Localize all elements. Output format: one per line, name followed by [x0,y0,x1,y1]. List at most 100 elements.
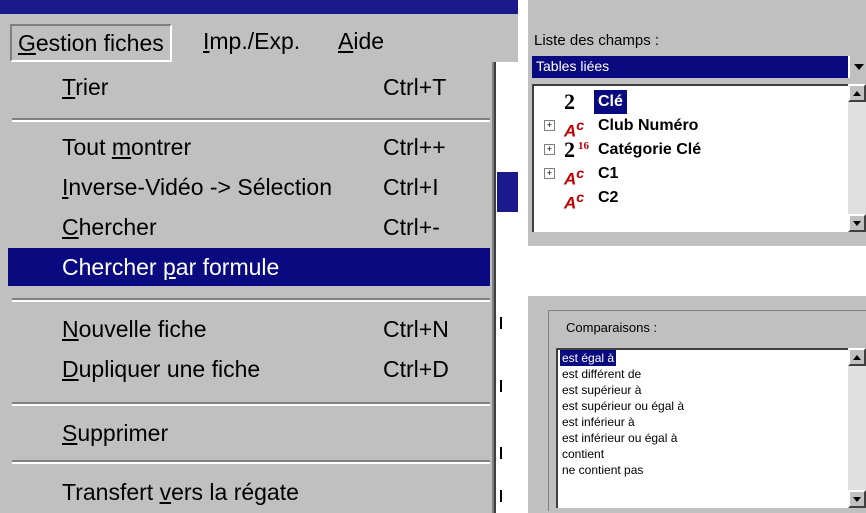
tree-row-label: Clé [594,90,627,114]
menu-separator [12,298,490,302]
comparisons-caption: Comparaisons : [566,320,658,335]
comparisons-scrollbar[interactable] [848,348,866,508]
menu-item-shortcut: Ctrl+T [383,74,447,100]
label-mnemonic: m [111,134,132,160]
icon-sup: c [576,166,585,182]
background-tick [500,447,502,459]
menu-item-label: Nouvelle fiche [62,310,206,348]
menu-gestion-fiches[interactable]: Gestion fiches [10,24,172,62]
title-bar-fragment [0,0,518,14]
background-tick [500,490,502,502]
list-item[interactable]: est différent de [560,366,643,382]
tables-combo-value: Tables liées [536,58,610,74]
menu-separator [12,118,490,122]
scroll-up-icon[interactable] [848,348,866,366]
list-item[interactable]: est inférieur à [560,414,637,430]
background-window-strip [497,62,518,513]
scroll-down-icon[interactable] [848,214,866,232]
label-post: ar formule [175,254,280,280]
text-field-icon: Ac [564,162,590,189]
chevron-down-icon[interactable] [848,56,866,78]
fields-panel: Liste des champs : Tables liées 2 Clé + … [528,0,866,246]
icon-sup: c [576,190,585,206]
label-post: ouvelle fiche [78,316,207,342]
label-mnemonic: T [62,74,76,100]
list-item[interactable]: est supérieur à [560,382,643,398]
label-pre: Tout [62,134,112,160]
label-post: rier [75,74,109,100]
scroll-up-icon[interactable] [848,84,866,102]
background-tick [500,317,502,329]
dropdown-menu: Trier Ctrl+T Tout montrer Ctrl++ Inverse… [0,62,496,513]
label-mnemonic: D [62,356,79,382]
icon-glyph: 2 [564,137,575,162]
fields-caption: Liste des champs : [534,32,660,49]
menu-item-label: Chercher [62,208,157,246]
menu-item-shortcut: Ctrl+N [383,316,449,342]
list-item[interactable]: est supérieur ou égal à [560,398,686,414]
label-post: hercher [78,214,157,240]
menu-bar: Gestion fiches Imp./Exp. Aide [0,14,518,62]
menu-item-supprimer[interactable]: Supprimer [8,414,490,452]
label-mnemonic: S [62,420,78,446]
list-item[interactable]: contient [560,446,606,462]
menu-separator [12,460,490,464]
label-pre: Transfert [62,479,160,505]
fields-scrollbar[interactable] [848,84,866,232]
label-mnemonic: p [162,254,176,280]
menu-item-tout-montrer[interactable]: Tout montrer Ctrl++ [8,128,490,166]
text-field-icon: Ac [564,186,590,213]
menu-screenshot: Gestion fiches Imp./Exp. Aide Trier Ctrl… [0,0,518,513]
background-highlight [497,172,518,212]
expand-icon[interactable]: + [544,168,555,179]
icon-sup: c [576,118,585,134]
menu-item-label: Chercher par formule [62,248,279,286]
menu-imp-exp[interactable]: Imp./Exp. [197,24,306,58]
menu-gestion-fiches-label: estion fiches [35,30,164,56]
comparisons-list: est égal à est différent de est supérieu… [556,348,866,508]
label-post: ontrer [131,134,192,160]
menu-item-trier[interactable]: Trier Ctrl+T [8,68,490,106]
menu-item-shortcut: Ctrl+- [383,214,440,240]
label-post: upliquer une fiche [78,356,261,382]
menu-separator [12,402,490,406]
menu-item-label: Tout montrer [62,128,191,166]
label-mnemonic: C [62,214,79,240]
list-item[interactable]: est égal à [560,350,617,366]
menu-item-label: Inverse-Vidéo -> Sélection [62,168,332,206]
list-item[interactable]: est inférieur ou égal à [560,430,679,446]
menu-shadow [492,62,494,513]
expand-icon[interactable]: + [544,144,555,155]
menu-imp-exp-label: mp./Exp. [209,28,301,54]
numeric-field-icon: 2 16 [564,138,590,162]
menu-item-label: Trier [62,68,108,106]
menu-item-dupliquer-une-fiche[interactable]: Dupliquer une fiche Ctrl+D [8,350,490,388]
expand-icon[interactable]: + [544,120,555,131]
menu-item-label: Supprimer [62,414,168,452]
menu-item-transfert-vers-la-regate[interactable]: Transfert vers la régate [8,473,490,511]
icon-sup: 16 [578,140,589,152]
menu-item-inverse-video[interactable]: Inverse-Vidéo -> Sélection Ctrl+I [8,168,490,206]
label-pre: Chercher [62,254,163,280]
tree-row-label: Club Numéro [598,117,699,134]
menu-item-chercher-par-formule[interactable]: Chercher par formule [8,248,490,286]
tables-combo[interactable]: Tables liées [532,56,866,78]
scroll-down-icon[interactable] [848,490,866,508]
label-post: nverse-Vidéo -> Sélection [68,174,332,200]
comparisons-panel: Comparaisons : est égal à est différent … [528,296,866,513]
menu-item-shortcut: Ctrl++ [383,134,446,160]
menu-item-shortcut: Ctrl+D [383,356,449,382]
menu-item-label: Dupliquer une fiche [62,350,260,388]
icon-glyph: A [564,193,577,213]
background-tick [500,380,502,392]
numeric-field-icon: 2 [564,90,590,114]
menu-item-nouvelle-fiche[interactable]: Nouvelle fiche Ctrl+N [8,310,490,348]
menu-aide[interactable]: Aide [332,24,390,58]
label-post: upprimer [77,420,169,446]
tree-row-label: Catégorie Clé [598,141,702,158]
list-item[interactable]: ne contient pas [560,462,645,478]
menu-item-label: Transfert vers la régate [62,473,299,511]
menu-item-chercher[interactable]: Chercher Ctrl+- [8,208,490,246]
tree-row-label: C2 [598,189,619,206]
icon-glyph: 2 [564,89,575,114]
